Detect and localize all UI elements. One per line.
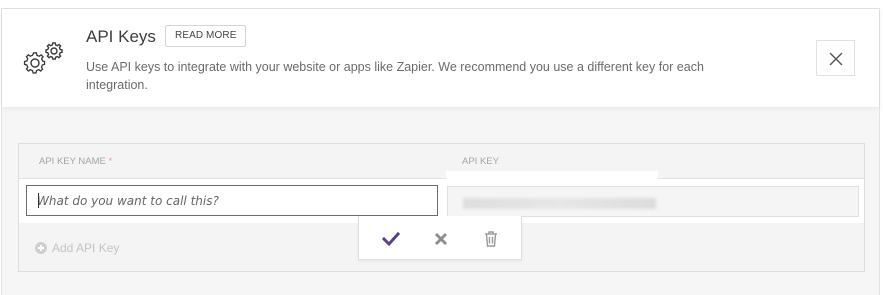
api-key-name-input[interactable]	[26, 185, 438, 216]
row-actions	[358, 216, 522, 260]
gears-icon	[23, 42, 63, 74]
plus-circle-icon	[35, 242, 47, 254]
column-header-key: API KEY	[462, 156, 499, 167]
x-icon	[434, 232, 448, 246]
description-text: Use API keys to integrate with your webs…	[86, 60, 704, 92]
text-caret	[38, 193, 39, 208]
cancel-button[interactable]	[431, 229, 451, 249]
close-button[interactable]	[816, 40, 855, 76]
check-icon	[381, 231, 401, 247]
panel-header: API Keys READ MORE Use API keys to integ…	[2, 9, 879, 107]
trash-icon	[485, 231, 497, 247]
page-title: API Keys	[86, 27, 156, 46]
add-api-key-label: Add API Key	[52, 241, 120, 255]
save-button[interactable]	[381, 229, 401, 249]
add-api-key-button[interactable]: Add API Key	[35, 241, 119, 255]
api-key-value-field	[447, 186, 859, 217]
read-more-button[interactable]: READ MORE	[165, 25, 247, 47]
delete-button[interactable]	[481, 229, 501, 249]
api-key-masked-value	[463, 198, 656, 209]
row-highlight	[446, 171, 658, 186]
close-icon	[829, 52, 843, 66]
column-header-name: API KEY NAME *	[39, 156, 113, 167]
required-marker: *	[108, 156, 113, 167]
